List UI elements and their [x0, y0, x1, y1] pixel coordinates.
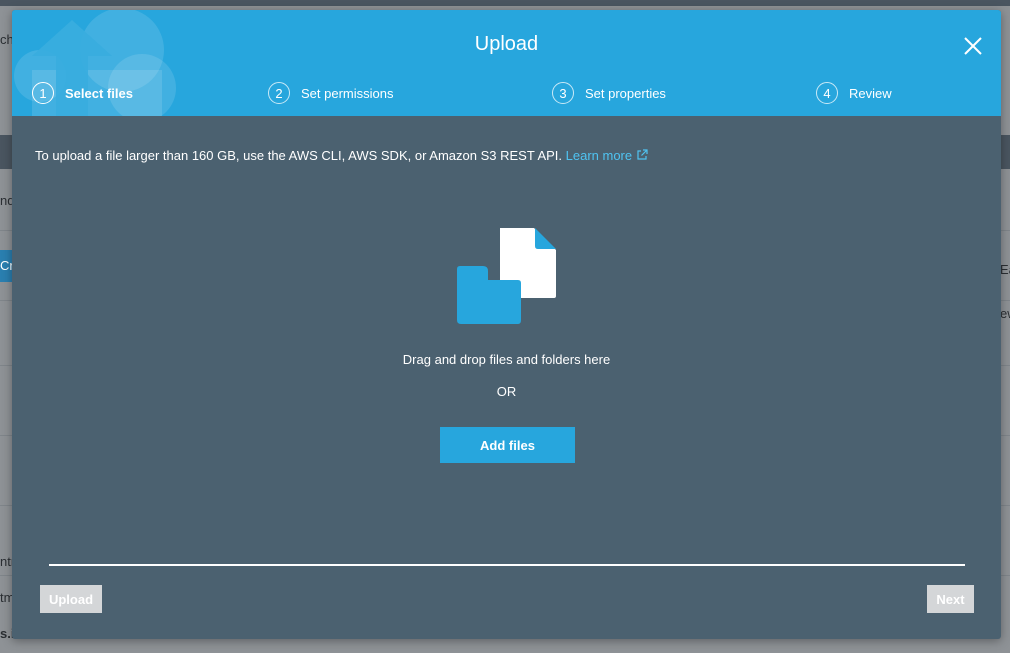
upload-button[interactable]: Upload	[40, 585, 102, 613]
upload-size-info: To upload a file larger than 160 GB, use…	[35, 148, 648, 163]
add-files-button[interactable]: Add files	[440, 427, 575, 463]
files-and-folder-icon	[457, 228, 556, 324]
external-link-icon	[637, 149, 648, 160]
step-label: Set permissions	[301, 85, 394, 101]
step-number: 4	[816, 82, 838, 104]
drag-drop-text: Drag and drop files and folders here	[402, 352, 611, 367]
step-number: 2	[268, 82, 290, 104]
close-icon	[964, 37, 982, 55]
upload-modal: Upload 1 Select files 2 Set permissions …	[12, 10, 1001, 639]
wizard-steps: 1 Select files 2 Set permissions 3 Set p…	[12, 80, 1001, 106]
next-button[interactable]: Next	[927, 585, 974, 613]
step-select-files[interactable]: 1 Select files	[32, 80, 133, 106]
step-label: Set properties	[585, 85, 666, 101]
or-text: OR	[496, 384, 517, 399]
step-label: Select files	[65, 85, 133, 101]
info-text: To upload a file larger than 160 GB, use…	[35, 148, 563, 163]
step-set-permissions[interactable]: 2 Set permissions	[268, 80, 393, 106]
background-text: Ea	[1000, 262, 1010, 277]
step-number: 3	[552, 82, 574, 104]
step-set-properties[interactable]: 3 Set properties	[552, 80, 666, 106]
drop-zone[interactable]	[12, 220, 1001, 340]
modal-header: Upload 1 Select files 2 Set permissions …	[12, 10, 1001, 116]
modal-title: Upload	[474, 33, 539, 55]
background-text: ew	[1000, 306, 1010, 321]
background-top-strip	[0, 0, 1010, 6]
step-number: 1	[32, 82, 54, 104]
footer-divider	[49, 564, 965, 566]
close-button[interactable]	[961, 34, 985, 58]
step-review[interactable]: 4 Review	[816, 80, 892, 106]
learn-more-link[interactable]: Learn more	[566, 148, 648, 163]
learn-more-label: Learn more	[565, 148, 633, 163]
step-label: Review	[849, 85, 892, 101]
